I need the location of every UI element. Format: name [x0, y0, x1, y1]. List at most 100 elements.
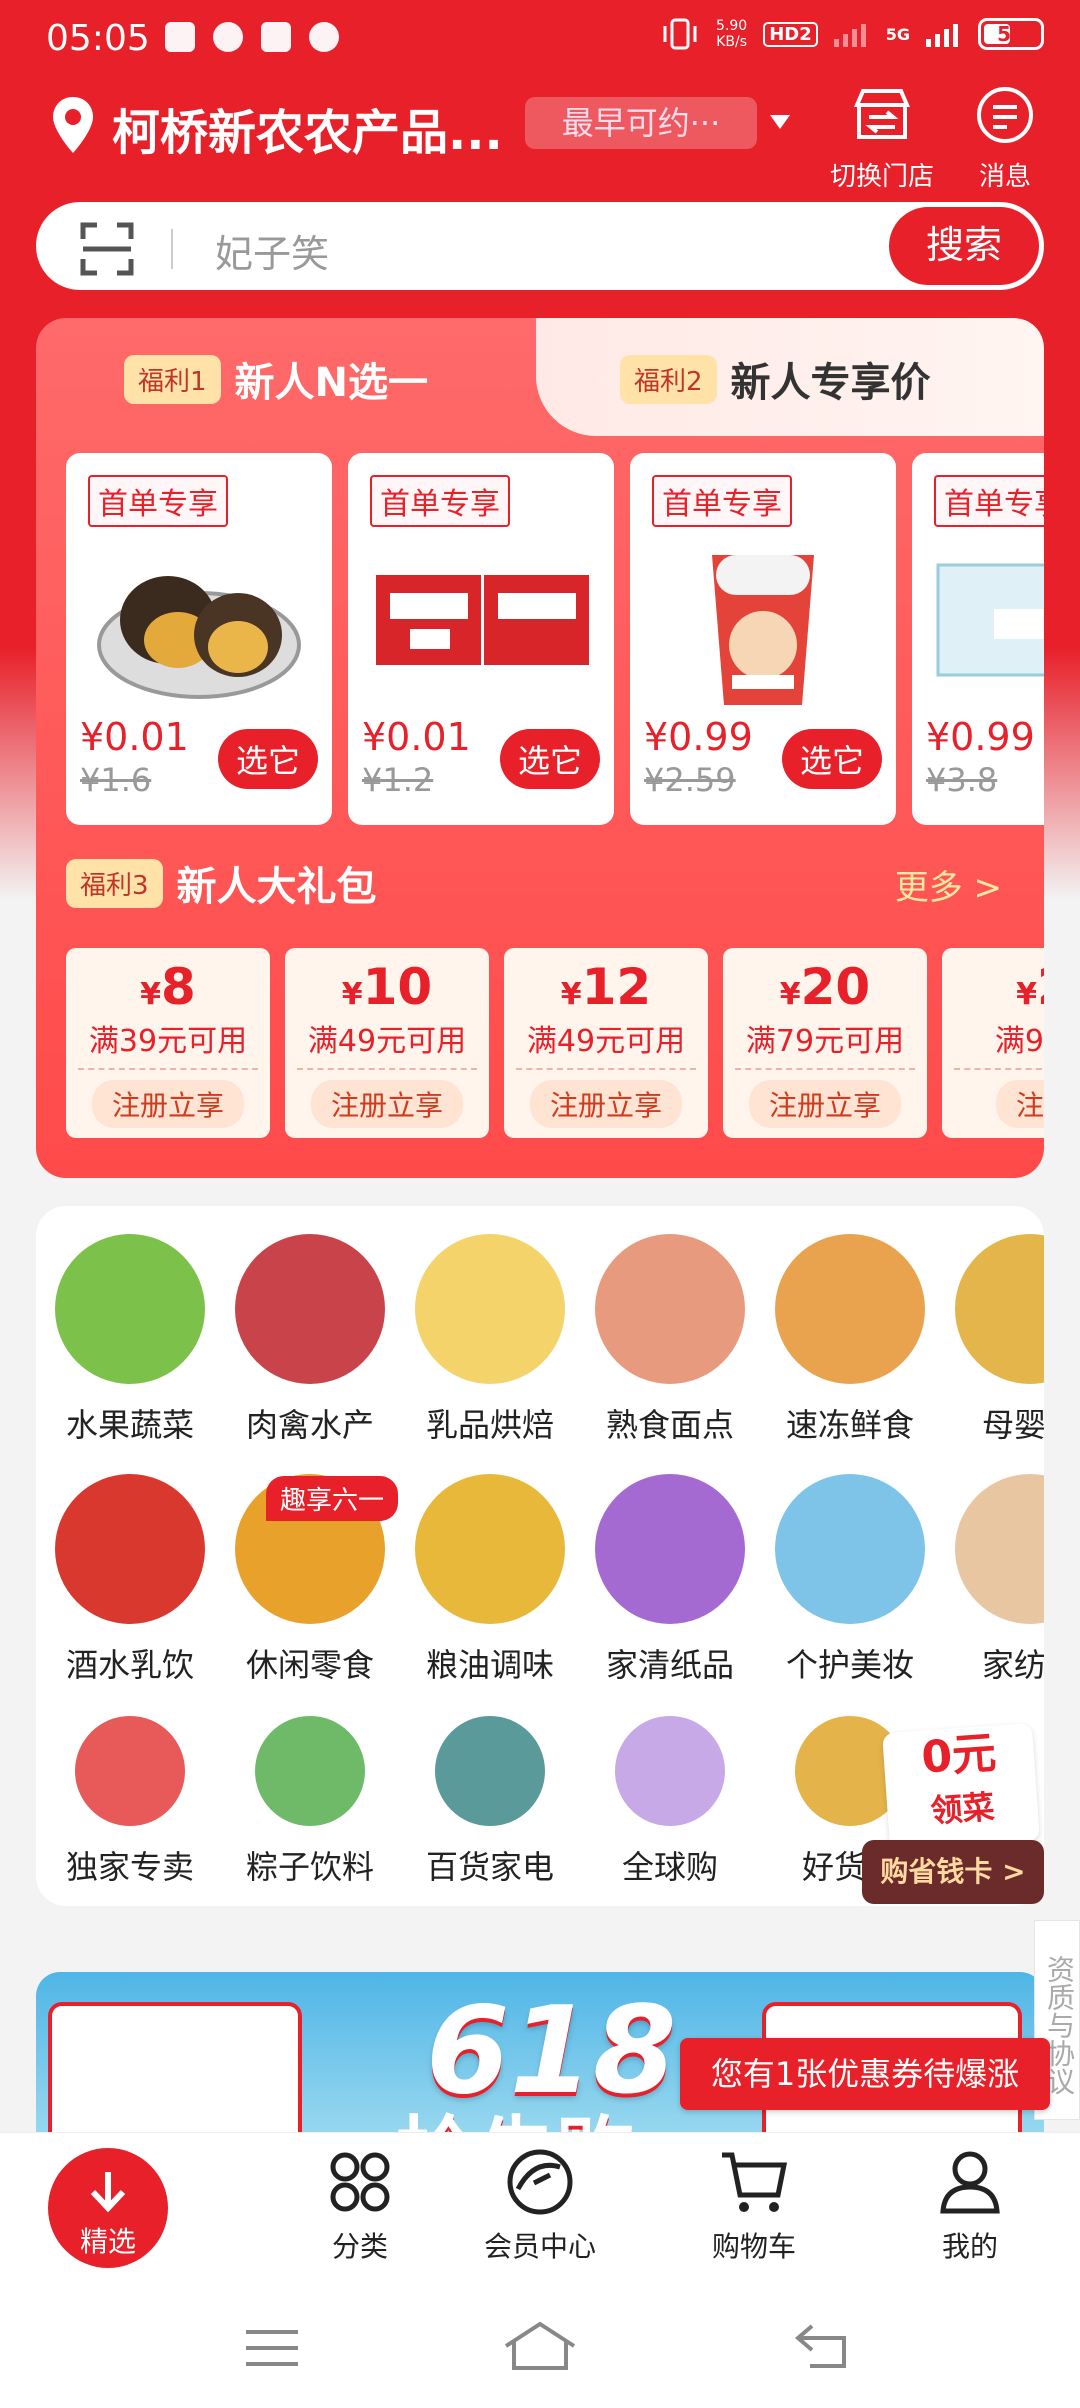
battery-level: 50 — [997, 22, 1025, 46]
coupon-condition: 满49元可用 — [526, 1024, 686, 1059]
store-switch-icon — [853, 89, 911, 139]
register-claim-button[interactable]: 注册立享 — [529, 1080, 682, 1128]
category-item[interactable]: 独家专卖 — [46, 1696, 214, 1888]
coupon-value: 8 — [161, 958, 196, 1016]
category-image — [775, 1234, 925, 1384]
category-image — [75, 1716, 185, 1826]
product-card[interactable]: 首单专享 ¥0.99 ¥3.8 选它 — [912, 453, 1044, 825]
category-label: 家纺鞋 — [981, 1646, 1044, 1684]
home-icon[interactable] — [502, 2320, 578, 2372]
wechat-icon — [213, 22, 243, 52]
category-item[interactable]: 粮油调味 — [406, 1474, 574, 1686]
product-card[interactable]: 首单专享 ¥0.99 ¥2.59 选它 — [630, 453, 896, 825]
coupon-card[interactable]: ¥20 满79元可用 注册立享 — [723, 948, 927, 1138]
category-label: 熟食面点 — [605, 1406, 734, 1444]
category-label: 休闲零食 — [245, 1646, 374, 1684]
snack-pack-image — [376, 575, 589, 665]
category-item[interactable]: 粽子饮料 — [226, 1696, 394, 1888]
back-icon[interactable] — [794, 2322, 850, 2370]
tab-category[interactable]: 分类 — [270, 2149, 450, 2265]
search-button[interactable]: 搜索 — [889, 207, 1039, 285]
category-item[interactable]: 家清纸品 — [586, 1474, 754, 1686]
category-label: 百货家电 — [425, 1848, 554, 1886]
category-item[interactable]: 家纺鞋 — [946, 1474, 1044, 1686]
coupon-condition: 满39元可用 — [88, 1024, 248, 1059]
arrow-down-icon — [90, 2172, 126, 2213]
coupon-amount: ¥12 — [504, 958, 708, 1016]
currency-symbol: ¥ — [341, 977, 363, 1012]
category-label: 家清纸品 — [605, 1646, 734, 1684]
register-claim-button[interactable]: 注册立享 — [748, 1080, 901, 1128]
system-nav-bar — [0, 2282, 1080, 2408]
coupon-divider — [735, 1068, 915, 1070]
scan-icon[interactable] — [79, 221, 135, 277]
coupon-row: ¥8 满39元可用 注册立享 ¥10 满49元可用 注册立享 ¥12 满49元可… — [66, 948, 1044, 1138]
tab-featured[interactable]: 精选 — [48, 2148, 168, 2268]
coupon-divider — [516, 1068, 696, 1070]
tab-cart[interactable]: 购物车 — [664, 2149, 844, 2265]
first-order-tag: 首单专享 — [934, 475, 1044, 527]
messages-button[interactable]: 消息 — [972, 85, 1038, 193]
signal-icon — [833, 24, 866, 47]
category-item[interactable]: 水果蔬菜 — [46, 1234, 214, 1446]
tab-member-center[interactable]: 会员中心 — [450, 2149, 630, 2265]
coupon-condition: 满79元可用 — [745, 1024, 905, 1059]
category-item[interactable]: 肉禽水产 — [226, 1234, 394, 1446]
coupon-card[interactable]: ¥12 满49元可用 注册立享 — [504, 948, 708, 1138]
category-item[interactable]: 个护美妆 — [766, 1474, 934, 1686]
coupon-card[interactable]: ¥2 满99元 注册 — [942, 948, 1044, 1138]
store-header: 柯桥新农农产品... 最早可约··· 切换门店 消息 — [0, 85, 1080, 195]
menu-icon[interactable] — [244, 2326, 300, 2370]
switch-store-button[interactable]: 切换门店 — [830, 85, 934, 193]
buy-savings-card-button[interactable]: 购省钱卡 > — [862, 1840, 1044, 1904]
currency-symbol: ¥ — [779, 977, 801, 1012]
messages-label: 消息 — [978, 162, 1031, 192]
zongzi-gift-box-image — [48, 2002, 302, 2132]
product-card[interactable]: 首单专享 ¥0.01 ¥1.6 选它 — [66, 453, 332, 825]
tab-mine[interactable]: 我的 — [880, 2149, 1060, 2265]
select-product-button[interactable]: 选它 — [500, 729, 600, 789]
speed-unit: KB/s — [716, 34, 748, 50]
category-item[interactable]: 速冻鲜食 — [766, 1234, 934, 1446]
vibrate-icon — [663, 18, 697, 50]
register-claim-button[interactable]: 注册立享 — [310, 1080, 463, 1128]
category-item[interactable]: 百货家电 — [406, 1696, 574, 1888]
category-item[interactable]: 酒水乳饮 — [46, 1474, 214, 1686]
category-image — [55, 1474, 205, 1624]
store-name[interactable]: 柯桥新农农产品... — [112, 93, 503, 163]
category-image — [955, 1234, 1044, 1384]
savings-card-promo[interactable]: 0元 领菜 购省钱卡 > — [862, 1722, 1044, 1904]
category-label: 独家专卖 — [65, 1848, 194, 1886]
product-card[interactable]: 首单专享 ¥0.01 ¥1.2 选它 — [348, 453, 614, 825]
more-link[interactable]: 更多 > — [895, 860, 1002, 909]
product-price: ¥0.01 — [80, 715, 189, 759]
coupon-toast[interactable]: 您有1张优惠券待爆涨 — [680, 2038, 1050, 2110]
category-item[interactable]: 母婴商 — [946, 1234, 1044, 1446]
tab-welfare-1[interactable]: 福利1 新人N选一 — [124, 350, 428, 408]
select-product-button[interactable]: 选它 — [218, 729, 318, 789]
hd-badge: HD2 — [763, 21, 818, 47]
category-item[interactable]: 全球购 — [586, 1696, 754, 1888]
search-bar[interactable]: 妃子笑 搜索 — [36, 202, 1044, 290]
category-item[interactable]: 乳品烘焙 — [406, 1234, 574, 1446]
search-input[interactable]: 妃子笑 — [215, 223, 329, 278]
chevron-down-icon[interactable] — [770, 115, 790, 129]
tab-label: 会员中心 — [483, 2230, 596, 2263]
database-icon — [261, 22, 291, 52]
select-product-button[interactable]: 选它 — [782, 729, 882, 789]
tab-welfare-2[interactable]: 福利2 新人专享价 — [620, 350, 931, 408]
coupon-divider — [954, 1068, 1044, 1070]
register-claim-button[interactable]: 注册 — [995, 1080, 1044, 1128]
coupon-card[interactable]: ¥8 满39元可用 注册立享 — [66, 948, 270, 1138]
coupon-amount: ¥10 — [285, 958, 489, 1016]
coupon-card[interactable]: ¥10 满49元可用 注册立享 — [285, 948, 489, 1138]
coupon-divider — [78, 1068, 258, 1070]
category-label: 粽子饮料 — [245, 1848, 374, 1886]
category-image — [415, 1234, 565, 1384]
register-claim-button[interactable]: 注册立享 — [91, 1080, 244, 1128]
delivery-time-pill[interactable]: 最早可约··· — [525, 97, 757, 149]
category-label: 速冻鲜食 — [785, 1406, 914, 1444]
category-item[interactable]: 熟食面点 — [586, 1234, 754, 1446]
category-image — [415, 1474, 565, 1624]
tab-label: 精选 — [79, 2225, 136, 2258]
